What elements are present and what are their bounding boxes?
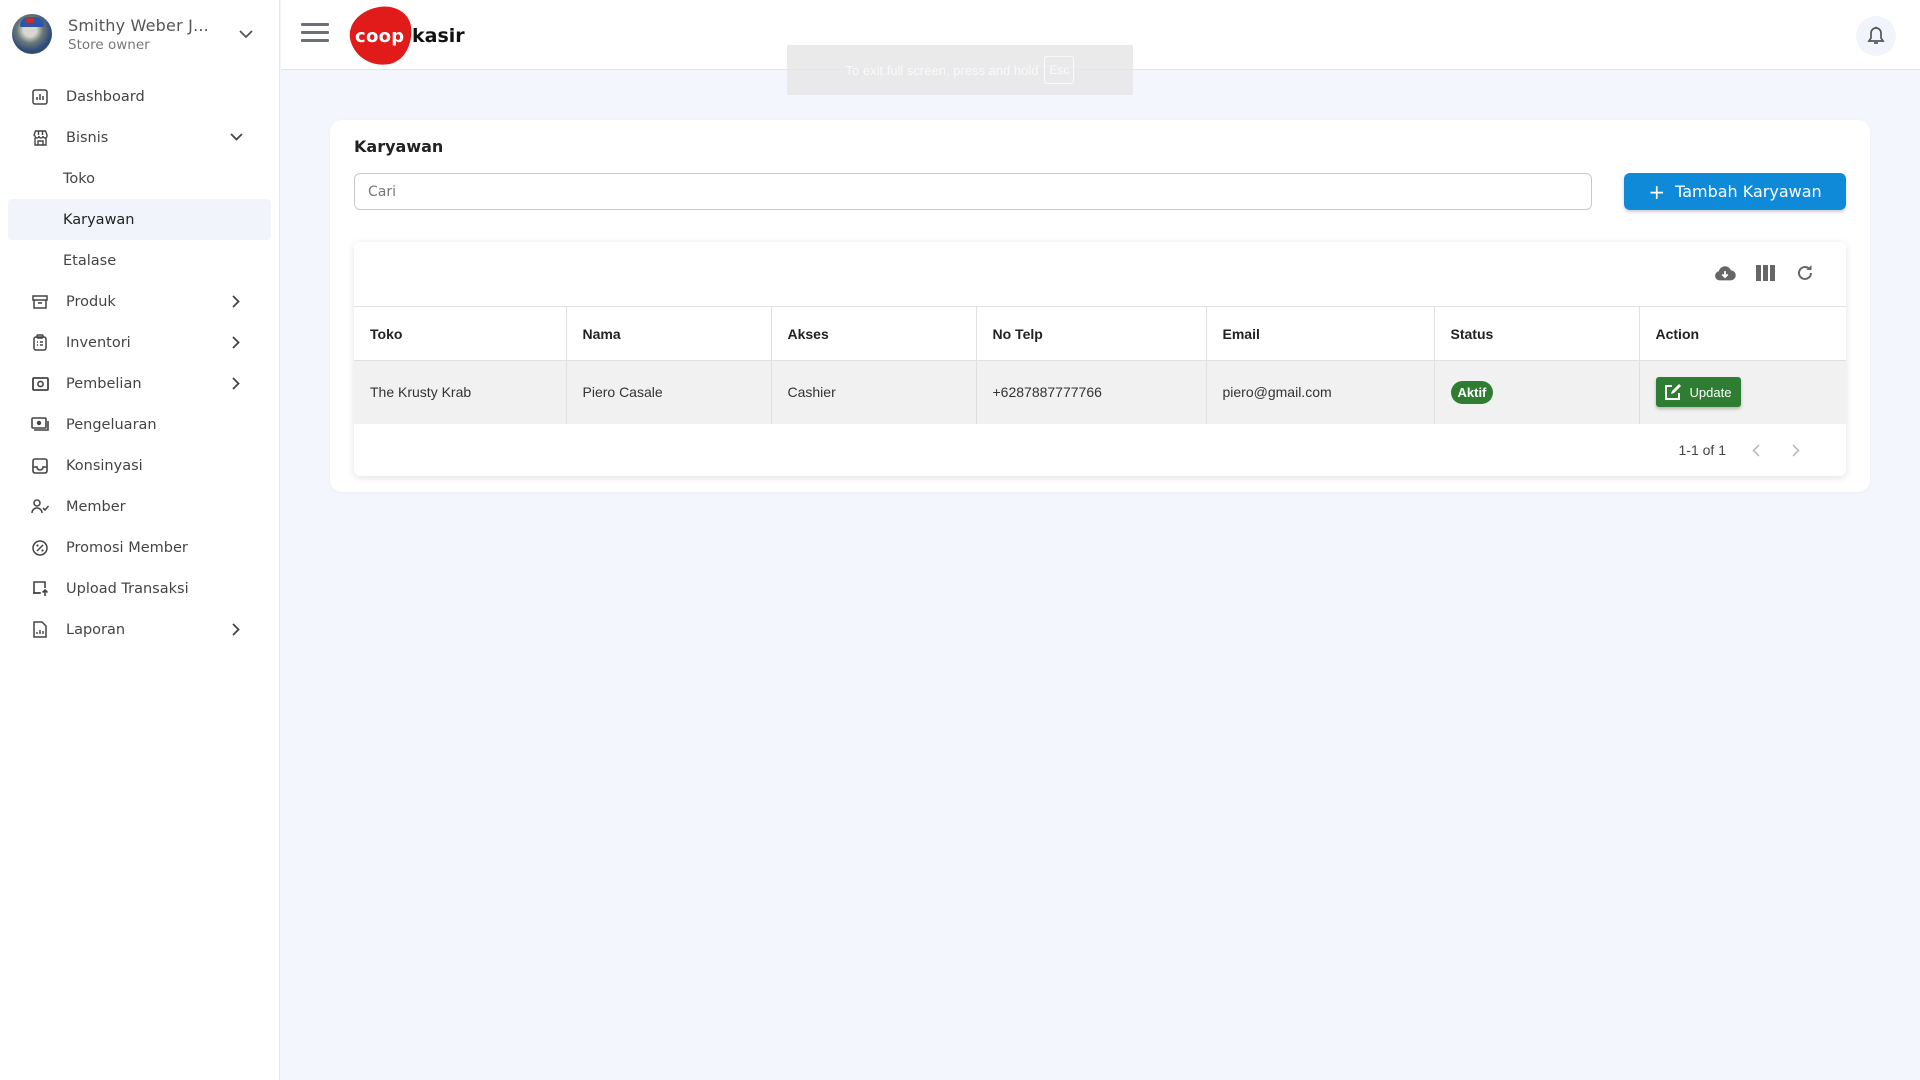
download-cloud-icon[interactable] [1714,262,1736,284]
chevron-left-icon[interactable] [1746,440,1766,460]
sidebar-item-member[interactable]: Member [0,486,280,527]
sidebar-item-label: Konsinyasi [66,457,143,474]
sidebar: Smithy Weber J... Store owner Dashboard … [0,0,280,1080]
column-header-no-telp[interactable]: No Telp [976,306,1207,361]
payments-icon [31,416,49,434]
cell-no-telp: +6287887777766 [976,360,1207,424]
status-badge: Aktif [1450,380,1494,404]
menu-icon[interactable] [301,23,329,47]
chevron-right-icon [228,334,244,350]
sidebar-item-label: Dashboard [66,88,145,105]
sidebar-item-label: Bisnis [66,129,109,146]
column-header-nama[interactable]: Nama [566,306,772,361]
table-toolbar [1714,262,1816,284]
discount-icon [31,539,49,557]
sidebar-item-label: Inventori [66,334,131,351]
user-profile[interactable]: Smithy Weber J... Store owner [12,12,268,56]
refresh-icon[interactable] [1794,262,1816,284]
sidebar-item-label: Member [66,498,126,515]
chevron-right-icon [228,375,244,391]
upload-icon [31,580,49,598]
employees-table: Toko Nama Akses No Telp Email Status Act… [354,306,1846,424]
employees-card: Karyawan + Tambah Karyawan Toko Nam [330,120,1870,492]
edit-icon [1664,383,1682,401]
report-icon [31,621,49,639]
cell-action: Update [1639,360,1846,424]
user-check-icon [31,498,49,516]
sidebar-nav: Dashboard Bisnis Toko Karyawan Etalase P… [0,76,280,650]
sidebar-item-laporan[interactable]: Laporan [0,609,280,650]
dashboard-icon [31,88,49,106]
column-header-status[interactable]: Status [1434,306,1640,361]
sidebar-item-label: Promosi Member [66,539,188,556]
cell-akses: Cashier [771,360,977,424]
cell-status: Aktif [1434,360,1640,424]
sidebar-item-upload-transaksi[interactable]: Upload Transaksi [0,568,280,609]
user-name: Smithy Weber J... [68,15,209,35]
sidebar-item-produk[interactable]: Produk [0,281,280,322]
search-input[interactable] [354,173,1592,210]
sidebar-item-label: Pengeluaran [66,416,157,433]
user-role: Store owner [68,36,150,53]
columns-icon[interactable] [1754,262,1776,284]
sidebar-subitem-karyawan[interactable]: Karyawan [8,199,271,240]
sidebar-item-pembelian[interactable]: Pembelian [0,363,280,404]
fullscreen-notice: To exit full screen, press and hold Esc [787,45,1133,95]
archive-icon [31,293,49,311]
sidebar-item-label: Produk [66,293,116,310]
table-header-row: Toko Nama Akses No Telp Email Status Act… [354,306,1846,361]
sidebar-item-inventori[interactable]: Inventori [0,322,280,363]
app-logo[interactable]: coop kasir [346,2,480,70]
plus-icon: + [1648,179,1666,204]
sidebar-item-pengeluaran[interactable]: Pengeluaran [0,404,280,445]
logo-text-coop: coop [355,26,405,47]
update-button[interactable]: Update [1655,377,1742,408]
chevron-down-icon[interactable] [236,24,256,44]
pagination: 1-1 of 1 [1679,440,1806,460]
column-header-email[interactable]: Email [1206,306,1435,361]
inbox-icon [31,457,49,475]
column-header-toko[interactable]: Toko [354,306,567,361]
chevron-right-icon [228,293,244,309]
sidebar-item-label: Pembelian [66,375,142,392]
sidebar-subitem-toko[interactable]: Toko [0,158,280,199]
logo-text-kasir: kasir [412,25,465,47]
chevron-right-icon[interactable] [1786,440,1806,460]
column-header-action: Action [1639,306,1846,361]
table-row: The Krusty Krab Piero Casale Cashier +62… [354,360,1846,424]
cell-nama: Piero Casale [566,360,772,424]
chevron-right-icon [228,621,244,637]
column-header-akses[interactable]: Akses [771,306,977,361]
employees-table-container: Toko Nama Akses No Telp Email Status Act… [354,242,1846,476]
sidebar-item-label: Laporan [66,621,126,638]
sidebar-item-promosi-member[interactable]: Promosi Member [0,527,280,568]
sidebar-item-dashboard[interactable]: Dashboard [0,76,280,117]
clipboard-icon [31,334,49,352]
cell-email: piero@gmail.com [1206,360,1435,424]
notification-button[interactable] [1856,16,1896,56]
store-icon [31,129,49,147]
add-employee-button[interactable]: + Tambah Karyawan [1624,173,1846,210]
fullscreen-notice-text: To exit full screen, press and hold [845,62,1039,78]
sidebar-subitem-etalase[interactable]: Etalase [0,240,280,281]
avatar [12,14,52,54]
add-employee-label: Tambah Karyawan [1675,182,1822,201]
page-title: Karyawan [354,137,444,156]
bell-icon [1867,26,1885,44]
cash-icon [31,375,49,393]
esc-key-hint: Esc [1044,56,1075,84]
update-button-label: Update [1689,384,1732,400]
chevron-down-icon [228,129,244,145]
pagination-range: 1-1 of 1 [1678,442,1726,458]
sidebar-item-label: Upload Transaksi [66,580,189,597]
sidebar-item-bisnis[interactable]: Bisnis [0,117,280,158]
sidebar-item-konsinyasi[interactable]: Konsinyasi [0,445,280,486]
cell-toko: The Krusty Krab [354,360,567,424]
